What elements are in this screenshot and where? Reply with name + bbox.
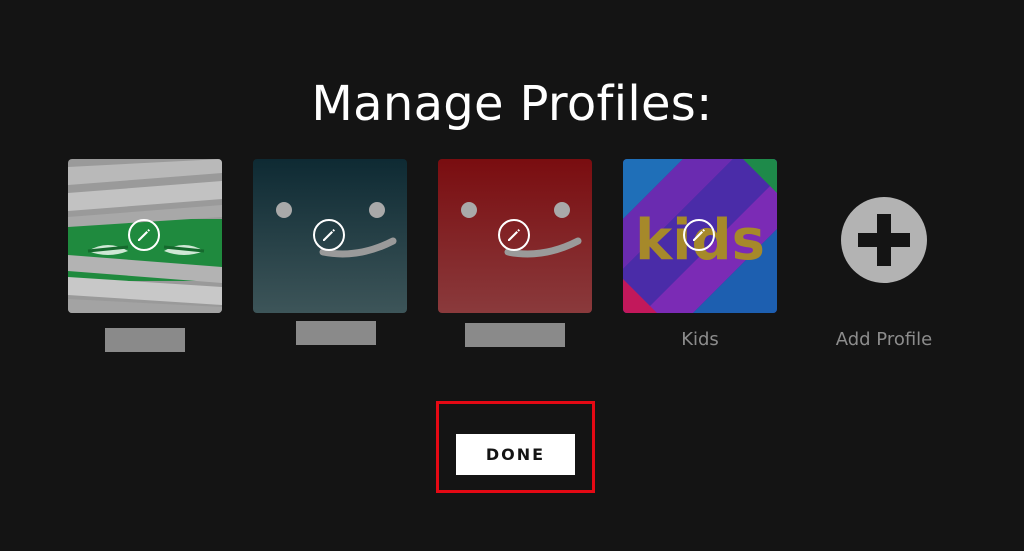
profile-name-redacted-3 [465, 323, 565, 347]
done-button[interactable]: DONE [456, 434, 575, 475]
profile-avatar-1[interactable] [68, 159, 222, 313]
profile-avatar-3[interactable] [438, 159, 592, 313]
edit-profile-button-2[interactable] [313, 219, 345, 251]
pencil-icon [323, 229, 335, 241]
pencil-icon [693, 229, 705, 241]
edit-profile-button-3[interactable] [498, 219, 530, 251]
edit-profile-button-1[interactable] [128, 219, 160, 251]
manage-profiles-screen: Manage Profiles: kids Kids Add Profile D… [0, 0, 1024, 551]
profile-name-kids: Kids [681, 329, 719, 350]
add-profile-label: Add Profile [835, 329, 933, 350]
profile-card-kids[interactable]: kids Kids [623, 159, 777, 350]
plus-circle-icon[interactable] [841, 197, 927, 283]
edit-profile-button-kids[interactable] [683, 219, 715, 251]
profile-card-2[interactable] [253, 159, 407, 345]
profile-avatar-2[interactable] [253, 159, 407, 313]
page-title: Manage Profiles: [311, 76, 713, 132]
profile-name-redacted-2 [296, 321, 376, 345]
pencil-icon [508, 229, 520, 241]
pencil-icon [138, 229, 150, 241]
profile-card-1[interactable] [68, 159, 222, 352]
profile-avatar-kids[interactable]: kids [623, 159, 777, 313]
profile-card-3[interactable] [438, 159, 592, 347]
profile-name-redacted-1 [105, 328, 185, 352]
